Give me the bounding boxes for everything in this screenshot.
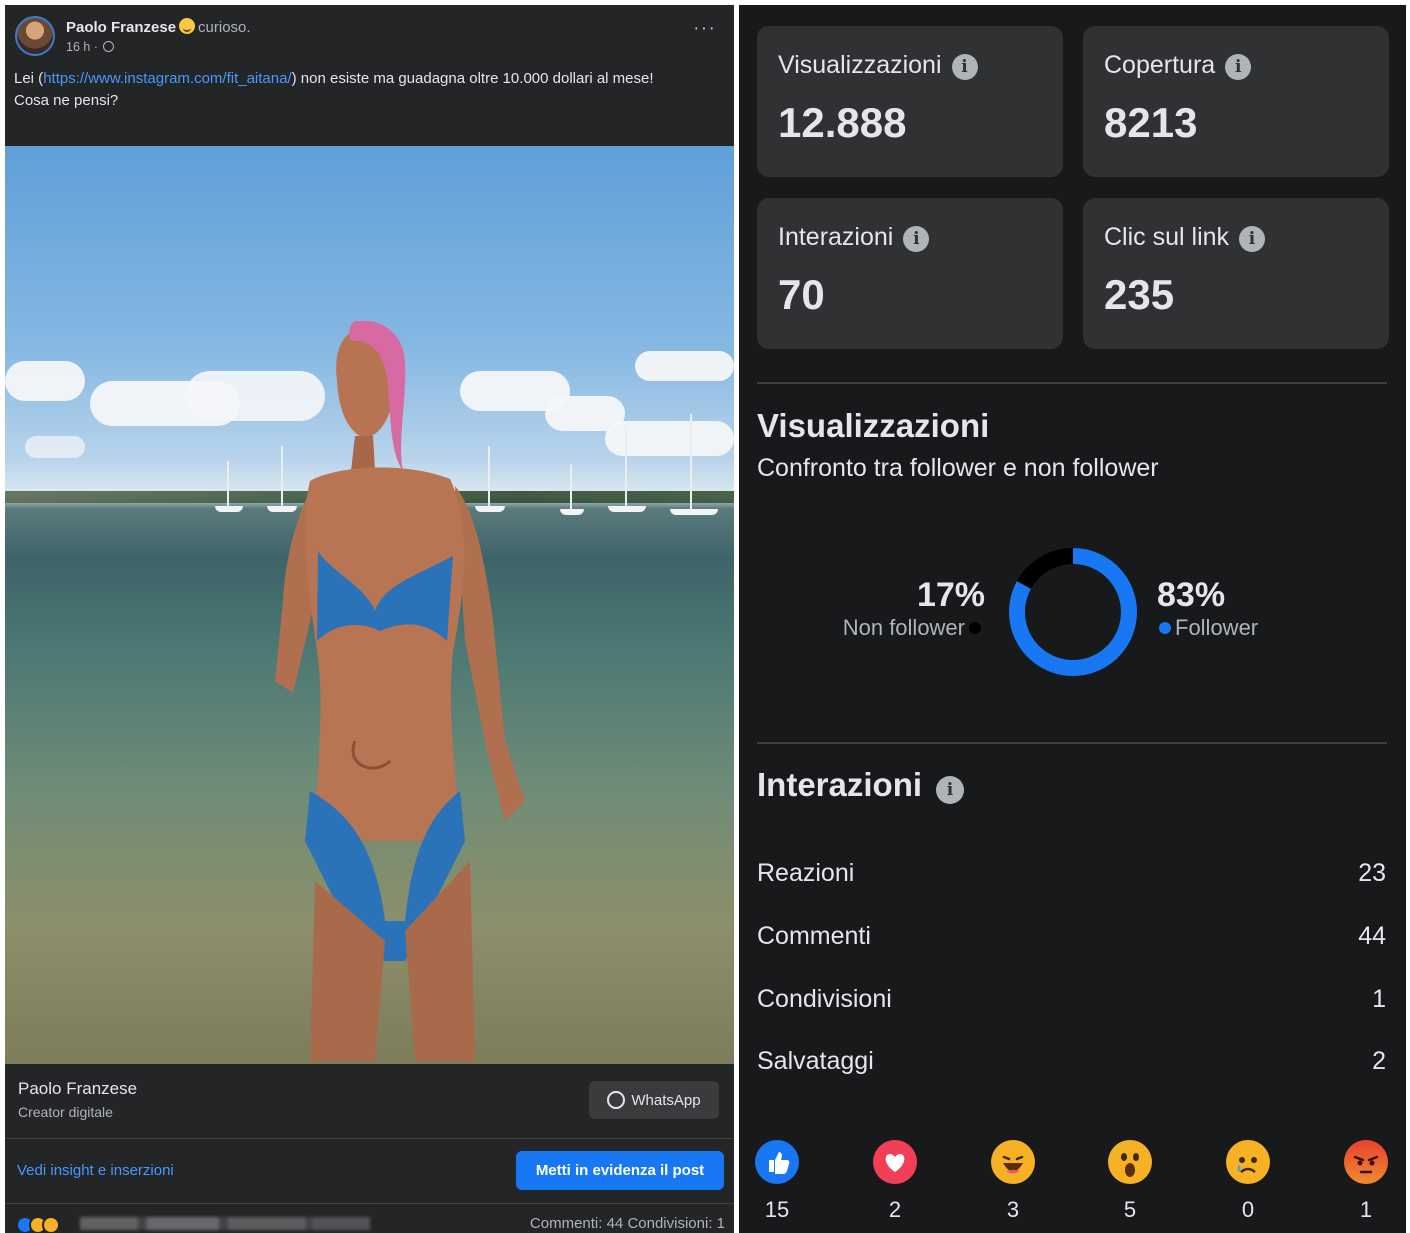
info-icon[interactable]: i <box>951 54 978 80</box>
shares-value: 1 <box>1372 985 1386 1013</box>
follower-donut-chart <box>1009 548 1137 676</box>
divider <box>757 382 1387 384</box>
metric-card-views[interactable]: Visualizzazioni i 12.888 <box>757 26 1063 177</box>
avatar[interactable] <box>15 16 55 56</box>
post-link[interactable]: https://www.instagram.com/fit_aitana/ <box>43 70 291 87</box>
metric-label: Copertura i <box>1104 51 1252 80</box>
divider <box>5 1203 734 1204</box>
feeling-text: curioso. <box>198 19 251 36</box>
wow-icon <box>1108 1140 1152 1184</box>
metric-label: Visualizzazioni i <box>778 51 978 80</box>
info-icon[interactable]: i <box>1239 226 1266 252</box>
love-icon <box>873 1140 917 1184</box>
post-header: Paolo Franzese curioso. 16 h · ··· <box>5 5 734 67</box>
post-meta: 16 h · <box>66 40 115 54</box>
reaction-summary[interactable] <box>16 1215 60 1233</box>
sad-count: 0 <box>1241 1197 1255 1222</box>
globe-icon <box>103 41 115 52</box>
page-role: Creator digitale <box>18 1104 113 1120</box>
saves-label: Salvataggi <box>757 1047 874 1075</box>
post-text-suffix: ) non esiste ma guadagna oltre 10.000 do… <box>291 70 654 87</box>
follower-label: Follower <box>1175 615 1259 640</box>
blurred-reactors <box>80 1217 370 1230</box>
metric-value: 70 <box>778 271 825 318</box>
reaction-love[interactable]: 2 <box>865 1140 925 1223</box>
info-icon[interactable]: i <box>903 226 930 252</box>
views-section-subtitle: Confronto tra follower e non follower <box>757 454 1159 482</box>
comment-share-counts[interactable]: Commenti: 44 Condivisioni: 1 <box>530 1215 725 1232</box>
views-section-title: Visualizzazioni <box>757 407 990 444</box>
woman-figure <box>275 321 525 1061</box>
boost-post-button[interactable]: Metti in evidenza il post <box>516 1151 724 1190</box>
reaction-like[interactable]: 15 <box>747 1140 807 1223</box>
feeling-emoji-icon <box>179 18 196 34</box>
follower-percent: 83% <box>1157 576 1226 614</box>
insights-link[interactable]: Vedi insight e inserzioni <box>17 1162 174 1179</box>
divider <box>5 1138 734 1139</box>
metric-value: 12.888 <box>778 99 907 146</box>
shares-label: Condivisioni <box>757 985 892 1013</box>
reaction-angry[interactable]: 1 <box>1336 1140 1396 1223</box>
whatsapp-button[interactable]: WhatsApp <box>589 1081 719 1119</box>
haha-icon <box>991 1140 1035 1184</box>
whatsapp-label: WhatsApp <box>631 1091 701 1109</box>
like-count: 15 <box>764 1197 790 1222</box>
metric-value: 8213 <box>1104 99 1198 146</box>
metric-label: Interazioni i <box>778 223 930 252</box>
divider <box>757 742 1387 744</box>
whatsapp-icon <box>607 1091 626 1109</box>
wow-count: 5 <box>1123 1197 1137 1222</box>
reaction-wow[interactable]: 5 <box>1100 1140 1160 1223</box>
saves-value: 2 <box>1372 1047 1386 1075</box>
page-name[interactable]: Paolo Franzese <box>18 1079 137 1099</box>
non-follower-legend: Non follower <box>843 615 981 641</box>
follower-legend: Follower <box>1159 615 1258 641</box>
post-photo[interactable] <box>5 146 734 1064</box>
non-follower-percent: 17% <box>916 576 985 614</box>
love-count: 2 <box>888 1197 902 1222</box>
info-icon[interactable]: i <box>936 776 965 804</box>
comments-value: 44 <box>1358 922 1386 950</box>
non-follower-label: Non follower <box>842 615 965 640</box>
angry-icon <box>1344 1140 1388 1184</box>
like-icon <box>755 1140 799 1184</box>
reaction-sad[interactable]: 0 <box>1218 1140 1278 1223</box>
author-name[interactable]: Paolo Franzese <box>66 19 176 36</box>
follower-dot <box>1159 622 1171 634</box>
metric-card-reach[interactable]: Copertura i 8213 <box>1083 26 1389 177</box>
metric-value: 235 <box>1104 271 1175 318</box>
donut-slice-non-follower <box>1016 548 1074 590</box>
author-line: Paolo Franzese curioso. <box>66 18 251 36</box>
reaction-haha[interactable]: 3 <box>983 1140 1043 1223</box>
post-text-line2: Cosa ne pensi? <box>14 92 119 109</box>
more-icon[interactable]: ··· <box>693 18 716 38</box>
haha-count: 3 <box>1006 1197 1020 1222</box>
insights-panel: Visualizzazioni i 12.888 Copertura i 8213 … <box>739 5 1406 1233</box>
reactions-value: 23 <box>1358 859 1386 887</box>
info-icon[interactable]: i <box>1225 54 1252 80</box>
reactions-label: Reazioni <box>757 859 855 887</box>
comments-label: Commenti <box>757 922 871 950</box>
metric-label: Clic sul link i <box>1104 223 1266 252</box>
sad-icon <box>1226 1140 1270 1184</box>
link-preview-footer: Paolo Franzese Creator digitale WhatsApp <box>5 1064 734 1139</box>
metric-card-interactions[interactable]: Interazioni i 70 <box>757 198 1063 349</box>
angry-count: 1 <box>1359 1197 1373 1222</box>
facebook-post: Paolo Franzese curioso. 16 h · ··· Lei (h… <box>5 5 734 1233</box>
post-text: Lei (https://www.instagram.com/fit_aitan… <box>14 68 714 112</box>
post-text-prefix: Lei ( <box>14 70 44 87</box>
non-follower-dot <box>969 622 981 634</box>
post-time[interactable]: 16 h · <box>66 40 98 54</box>
metric-card-link-clicks[interactable]: Clic sul link i 235 <box>1083 198 1389 349</box>
interactions-section-title: Interazioni i <box>757 766 965 804</box>
haha-icon <box>42 1216 60 1233</box>
